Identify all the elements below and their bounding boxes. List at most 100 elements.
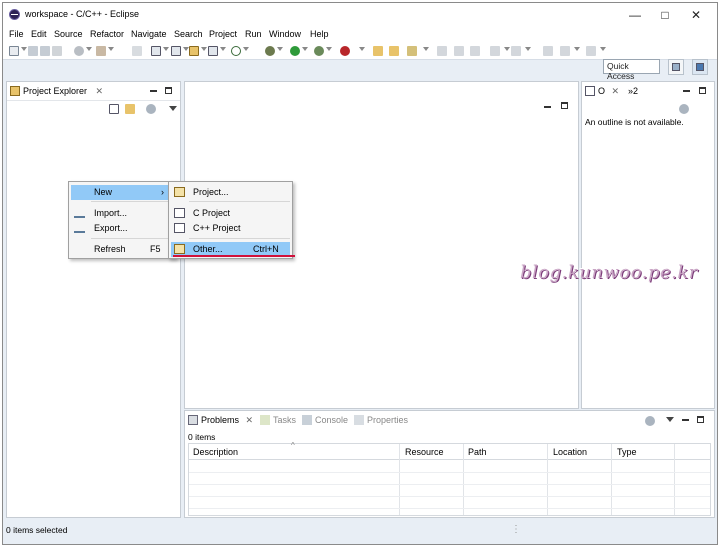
- close-outline-icon[interactable]: ✕: [612, 86, 620, 96]
- submenu-item-c-project[interactable]: C Project: [171, 206, 290, 221]
- profile-dropdown-icon[interactable]: [326, 47, 332, 51]
- back-icon[interactable]: [560, 46, 570, 56]
- maximize-view-icon[interactable]: [165, 87, 172, 94]
- hammer-dropdown-icon[interactable]: [108, 47, 114, 51]
- prev-annotation-dropdown-icon[interactable]: [525, 47, 531, 51]
- menu-run[interactable]: Run: [245, 29, 262, 39]
- menu-edit[interactable]: Edit: [31, 29, 47, 39]
- menu-search[interactable]: Search: [174, 29, 203, 39]
- new-folder-icon[interactable]: [189, 46, 199, 56]
- build-icon[interactable]: [74, 46, 84, 56]
- debug-skip-icon[interactable]: [132, 46, 142, 56]
- save-all-icon[interactable]: [40, 46, 50, 56]
- search-dropdown-icon[interactable]: [423, 47, 429, 51]
- column-description[interactable]: Description: [193, 447, 238, 457]
- tab-properties[interactable]: Properties: [351, 411, 408, 429]
- new-icon[interactable]: [9, 46, 19, 56]
- menu-navigate[interactable]: Navigate: [131, 29, 167, 39]
- context-item-refresh[interactable]: Refresh F5: [71, 242, 173, 257]
- external-tools-dropdown-icon[interactable]: [359, 47, 365, 51]
- editor-maximize-icon[interactable]: [561, 102, 568, 109]
- submenu-item-project[interactable]: Project...: [171, 185, 290, 200]
- close-tab-icon[interactable]: ✕: [96, 86, 104, 96]
- menu-project[interactable]: Project: [209, 29, 237, 39]
- submenu-item-cpp-project[interactable]: C++ Project: [171, 221, 290, 236]
- new-file-icon[interactable]: [208, 46, 218, 56]
- view-dropdown-icon[interactable]: [169, 106, 177, 111]
- tab-tasks[interactable]: Tasks: [257, 411, 296, 429]
- print-icon[interactable]: [52, 46, 62, 56]
- run-config-dropdown-icon[interactable]: [243, 47, 249, 51]
- save-icon[interactable]: [28, 46, 38, 56]
- column-resource[interactable]: Resource: [405, 447, 444, 457]
- external-tools-icon[interactable]: [340, 46, 350, 56]
- tab-outline[interactable]: O ✕: [582, 82, 622, 100]
- c-project-icon: [174, 208, 185, 218]
- run-dropdown-icon[interactable]: [302, 47, 308, 51]
- tab-project-explorer[interactable]: Project Explorer ✕: [7, 82, 104, 100]
- menu-window[interactable]: Window: [269, 29, 301, 39]
- annotation-icon[interactable]: [437, 46, 447, 56]
- collapse-all-icon[interactable]: [109, 104, 119, 114]
- next-annotation-dropdown-icon[interactable]: [504, 47, 510, 51]
- forward-icon[interactable]: [586, 46, 596, 56]
- new-source-icon[interactable]: [171, 46, 181, 56]
- minimize-view-icon[interactable]: [150, 90, 157, 92]
- outline-maximize-icon[interactable]: [699, 87, 706, 94]
- quick-access-input[interactable]: Quick Access: [603, 59, 660, 81]
- tab-problems[interactable]: Problems ✕: [185, 411, 255, 429]
- close-button[interactable]: ✕: [681, 6, 711, 24]
- context-item-new[interactable]: New ›: [71, 185, 173, 200]
- cpp-perspective-button[interactable]: [692, 59, 708, 75]
- new-folder-dropdown-icon[interactable]: [201, 47, 207, 51]
- context-item-import[interactable]: Import...: [71, 206, 173, 221]
- toggle-mark-icon[interactable]: [454, 46, 464, 56]
- search-tool-icon[interactable]: [407, 46, 417, 56]
- debug-icon[interactable]: [265, 46, 275, 56]
- menu-source[interactable]: Source: [54, 29, 83, 39]
- close-problems-icon[interactable]: ✕: [246, 415, 254, 425]
- editor-minimize-icon[interactable]: [544, 106, 551, 108]
- back-dropdown-icon[interactable]: [574, 47, 580, 51]
- view-menu-icon[interactable]: [146, 104, 156, 114]
- problems-dropdown-icon[interactable]: [666, 417, 674, 422]
- debug-dropdown-icon[interactable]: [277, 47, 283, 51]
- new-file-dropdown-icon[interactable]: [220, 47, 226, 51]
- new-class-dropdown-icon[interactable]: [163, 47, 169, 51]
- next-annotation-icon[interactable]: [490, 46, 500, 56]
- eclipse-window: workspace - C/C++ - Eclipse — □ ✕ File E…: [2, 2, 718, 545]
- column-type[interactable]: Type: [617, 447, 637, 457]
- menu-refactor[interactable]: Refactor: [90, 29, 124, 39]
- context-item-export[interactable]: Export...: [71, 221, 173, 236]
- open-folder-icon[interactable]: [373, 46, 383, 56]
- last-edit-icon[interactable]: [543, 46, 553, 56]
- open-type-icon[interactable]: [389, 46, 399, 56]
- build-dropdown-icon[interactable]: [86, 47, 92, 51]
- outline-menu-icon[interactable]: [679, 104, 689, 114]
- hammer-icon[interactable]: [96, 46, 106, 56]
- link-editor-icon[interactable]: [125, 104, 135, 114]
- tab-console[interactable]: Console: [299, 411, 348, 429]
- column-path[interactable]: Path: [468, 447, 487, 457]
- menu-help[interactable]: Help: [310, 29, 329, 39]
- outline-minimize-icon[interactable]: [683, 90, 690, 92]
- properties-icon: [354, 415, 364, 425]
- forward-dropdown-icon[interactable]: [600, 47, 606, 51]
- prev-annotation-icon[interactable]: [511, 46, 521, 56]
- column-location[interactable]: Location: [553, 447, 587, 457]
- minimize-button[interactable]: —: [620, 6, 650, 24]
- run-icon[interactable]: [290, 46, 300, 56]
- block-select-icon[interactable]: [470, 46, 480, 56]
- more-views-chevron[interactable]: »2: [624, 82, 638, 100]
- problems-maximize-icon[interactable]: [697, 416, 704, 423]
- tab-outline-label: O: [598, 86, 606, 96]
- new-c-class-icon[interactable]: [151, 46, 161, 56]
- problems-minimize-icon[interactable]: [682, 419, 689, 421]
- new-dropdown-icon[interactable]: [21, 47, 27, 51]
- maximize-button[interactable]: □: [650, 6, 680, 24]
- run-config-icon[interactable]: [231, 46, 241, 56]
- menu-file[interactable]: File: [9, 29, 24, 39]
- open-perspective-button[interactable]: [668, 59, 684, 75]
- problems-menu-icon[interactable]: [645, 416, 655, 426]
- profile-icon[interactable]: [314, 46, 324, 56]
